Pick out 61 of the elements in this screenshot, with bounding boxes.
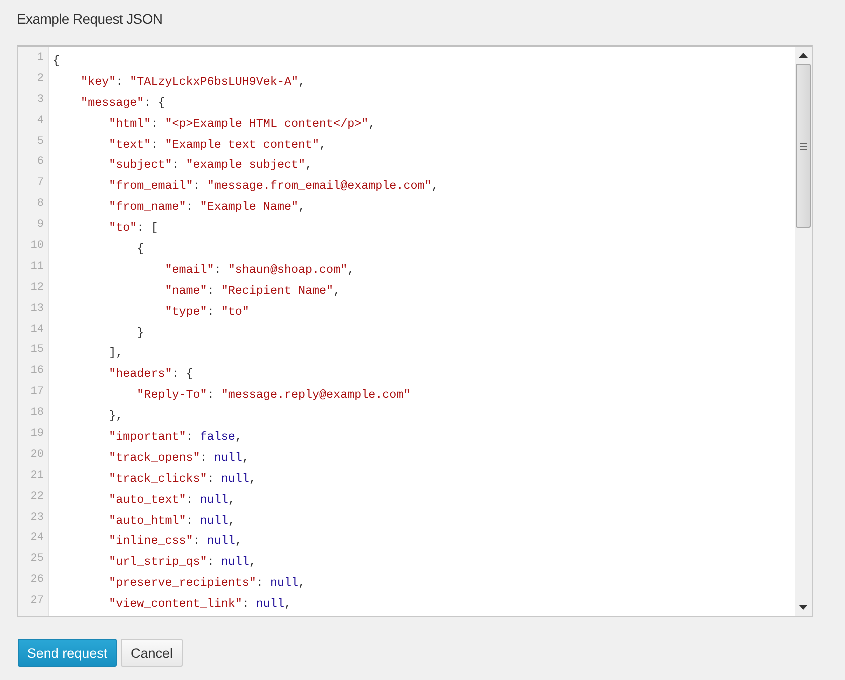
line-number: 15 (30, 343, 45, 358)
grip-icon (800, 142, 807, 150)
code-line: "html": "<p>Example HTML content</p>", (108, 116, 377, 133)
code-line: ], (108, 345, 124, 362)
code-line: "preserve_recipients": null, (108, 575, 307, 592)
code-line: { (136, 241, 146, 258)
line-number: 3 (36, 92, 45, 108)
line-number: 13 (30, 302, 45, 317)
line-number: 8 (36, 197, 45, 212)
line-number: 7 (36, 176, 45, 192)
code-line: "subject": "example subject", (108, 157, 314, 174)
line-number: 16 (30, 364, 45, 380)
code-line: "auto_text": null, (108, 492, 236, 509)
code-line: "Reply-To": "message.reply@example.com" (136, 387, 412, 404)
line-number: 6 (36, 155, 45, 170)
line-number: 23 (30, 510, 45, 526)
line-number: 22 (30, 490, 45, 505)
cancel-button[interactable]: Cancel (121, 639, 183, 667)
code-line: "type": "to" (164, 304, 250, 321)
scrollbar[interactable] (795, 47, 812, 616)
scroll-thumb[interactable] (796, 64, 811, 228)
code-line: "to": [ (108, 220, 160, 238)
code-line: "auto_html": null, (108, 512, 236, 530)
code-line: "inline_css": null, (108, 533, 244, 550)
line-number: 9 (36, 218, 45, 234)
code-line: "track_clicks": null, (108, 470, 258, 488)
line-number: 2 (36, 72, 45, 87)
code-line: "view_content_link": null, (108, 596, 292, 614)
line-number: 17 (30, 385, 45, 400)
line-number: 4 (36, 114, 45, 129)
line-number: 11 (30, 260, 45, 275)
line-number: 10 (30, 239, 45, 254)
line-number: 18 (30, 406, 45, 422)
line-number: 1 (36, 51, 45, 66)
code-line: "email": "shaun@shoap.com", (164, 262, 356, 279)
line-number: 27 (30, 594, 45, 610)
line-number: 5 (36, 134, 45, 150)
code-line: { (53, 53, 62, 70)
code-line: "text": "Example text content", (108, 136, 328, 154)
code-line: } (136, 324, 146, 342)
section-title: Example Request JSON (17, 11, 164, 27)
line-number: 26 (30, 573, 45, 588)
code-line: "name": "Recipient Name", (164, 282, 342, 300)
code-line: "important": false, (108, 429, 244, 446)
code-line: "url_strip_qs": null, (108, 554, 258, 572)
line-number: 21 (30, 468, 45, 484)
line-number: 25 (30, 552, 45, 568)
code-line: "track_opens": null, (108, 450, 250, 467)
line-number: 19 (30, 427, 45, 442)
line-number: 14 (30, 322, 45, 338)
code-line: "key": "TALzyLckxP6bsLUH9Vek-A", (80, 74, 306, 91)
line-number: 12 (30, 280, 45, 296)
code-line: "from_email": "message.from_email@example.com", (108, 178, 440, 196)
code-line: "message": { (80, 94, 166, 112)
line-number: 24 (30, 531, 45, 546)
code-line: }, (108, 408, 124, 426)
line-number: 20 (30, 448, 45, 463)
code-line: "from_name": "Example Name", (108, 199, 307, 216)
scroll-down-icon[interactable] (799, 605, 808, 610)
scroll-up-icon[interactable] (799, 53, 808, 58)
code-line: "headers": { (108, 366, 194, 384)
